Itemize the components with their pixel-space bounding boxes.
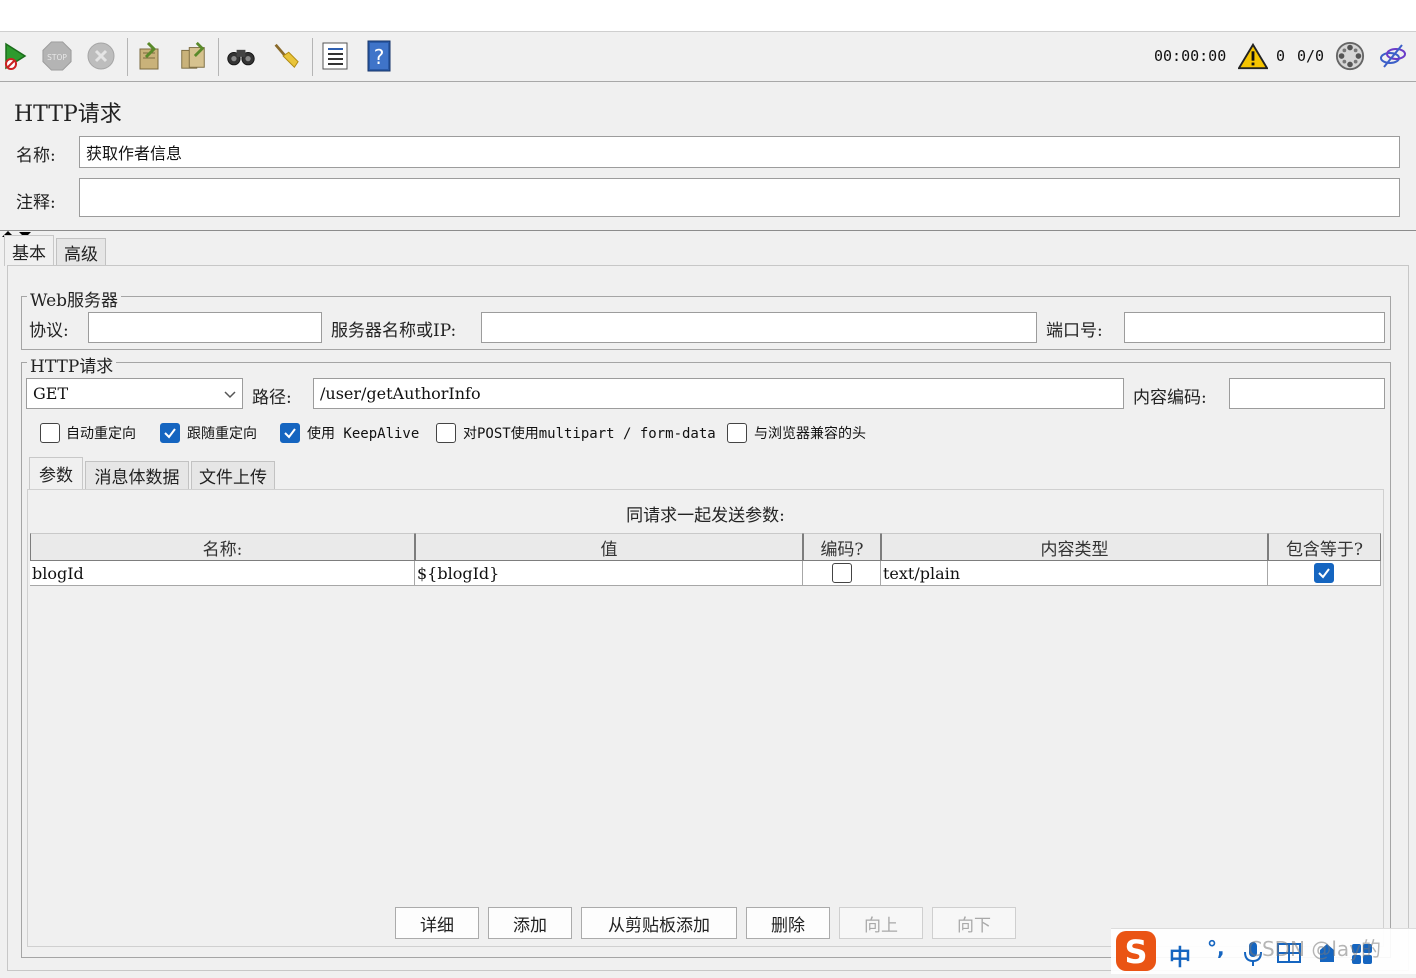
page-title: HTTP请求 xyxy=(14,102,122,127)
multipart-checkbox[interactable] xyxy=(436,423,456,443)
tab-body-data[interactable]: 消息体数据 xyxy=(85,461,189,489)
follow-redirect-checkbox[interactable] xyxy=(160,423,180,443)
svg-text:STOP: STOP xyxy=(47,53,67,62)
tab-file-upload[interactable]: 文件上传 xyxy=(191,461,275,489)
protocol-label: 协议: xyxy=(29,321,69,341)
method-value: GET xyxy=(33,384,69,403)
warning-count: 0 xyxy=(1276,47,1286,65)
chevron-down-icon xyxy=(224,384,236,403)
move-down-button[interactable]: 向下 xyxy=(932,907,1016,939)
auto-redirect-label: 自动重定向 xyxy=(66,426,136,442)
column-header-name[interactable]: 名称: xyxy=(30,533,415,561)
start-icon[interactable] xyxy=(0,41,30,71)
log-viewer-icon[interactable] xyxy=(1378,41,1408,71)
param-name-cell[interactable]: blogId xyxy=(30,561,415,586)
follow-redirect-label: 跟随重定向 xyxy=(187,426,257,442)
name-label: 名称: xyxy=(16,146,56,166)
elapsed-timer: 00:00:00 xyxy=(1154,47,1227,65)
parameters-caption: 同请求一起发送参数: xyxy=(626,506,785,526)
sogou-logo-icon[interactable]: S xyxy=(1113,928,1161,978)
ime-mode-indicator[interactable]: 中 xyxy=(1169,940,1191,972)
comment-label: 注释: xyxy=(16,193,56,213)
warning-icon[interactable] xyxy=(1238,41,1268,71)
clear-icon[interactable] xyxy=(134,41,164,71)
auto-redirect-checkbox[interactable] xyxy=(40,423,60,443)
check-icon xyxy=(1318,568,1330,579)
param-include-equals-checkbox[interactable] xyxy=(1314,563,1334,583)
window-top-strip xyxy=(0,0,1416,32)
check-icon xyxy=(164,428,176,439)
column-header-value[interactable]: 值 xyxy=(415,533,803,561)
keepalive-checkbox[interactable] xyxy=(280,423,300,443)
param-value-cell[interactable]: ${blogId} xyxy=(415,561,803,586)
svg-text:S: S xyxy=(1124,933,1147,971)
split-divider[interactable] xyxy=(0,230,1416,231)
param-content-type-cell[interactable]: text/plain xyxy=(881,561,1268,586)
add-from-clipboard-button[interactable]: 从剪贴板添加 xyxy=(581,907,737,939)
main-toolbar: STOP ? 00:00:00 0 0/0 xyxy=(0,32,1416,82)
path-field[interactable]: /user/getAuthorInfo xyxy=(313,378,1124,409)
help-icon[interactable]: ? xyxy=(364,40,394,72)
port-label: 端口号: xyxy=(1046,321,1103,341)
name-field[interactable]: 获取作者信息 xyxy=(79,136,1400,168)
delete-button[interactable]: 删除 xyxy=(746,907,830,939)
tab-basic[interactable]: 基本 xyxy=(4,235,54,266)
move-up-button[interactable]: 向上 xyxy=(839,907,923,939)
svg-text:?: ? xyxy=(374,45,385,69)
comment-field[interactable] xyxy=(79,178,1400,217)
reset-search-icon[interactable] xyxy=(270,41,300,71)
browser-headers-label: 与浏览器兼容的头 xyxy=(754,426,866,442)
param-include-equals-cell[interactable] xyxy=(1268,561,1381,586)
detail-button[interactable]: 详细 xyxy=(395,907,479,939)
add-button[interactable]: 添加 xyxy=(488,907,572,939)
status-indicator-icon[interactable] xyxy=(1335,41,1365,71)
ime-punctuation-indicator[interactable]: °, xyxy=(1207,936,1225,960)
shutdown-icon[interactable] xyxy=(86,41,116,71)
server-name-field[interactable] xyxy=(481,312,1037,343)
tab-parameters[interactable]: 参数 xyxy=(29,457,83,489)
protocol-field[interactable] xyxy=(88,312,322,343)
column-header-include-equals[interactable]: 包含等于? xyxy=(1268,533,1381,561)
stop-icon[interactable]: STOP xyxy=(42,41,72,71)
thread-count: 0/0 xyxy=(1297,47,1325,65)
browser-headers-checkbox[interactable] xyxy=(727,423,747,443)
port-field[interactable] xyxy=(1124,312,1385,343)
param-encode-checkbox[interactable] xyxy=(831,563,852,583)
content-encoding-field[interactable] xyxy=(1229,378,1385,409)
server-name-label: 服务器名称或IP: xyxy=(331,321,457,341)
clear-all-icon[interactable] xyxy=(178,41,208,71)
web-server-legend: Web服务器 xyxy=(27,286,122,311)
column-header-encode[interactable]: 编码? xyxy=(803,533,881,561)
keepalive-label: 使用 KeepAlive xyxy=(307,426,420,442)
search-icon[interactable] xyxy=(226,41,256,71)
function-helper-icon[interactable] xyxy=(320,41,350,71)
path-label: 路径: xyxy=(252,388,292,408)
tab-advanced[interactable]: 高级 xyxy=(56,238,106,266)
check-icon xyxy=(284,428,296,439)
csdn-watermark: CSDN @lay的 xyxy=(1248,937,1382,961)
param-encode-cell[interactable] xyxy=(803,561,881,586)
method-select[interactable]: GET xyxy=(26,378,243,409)
http-request-legend: HTTP请求 xyxy=(27,352,117,377)
column-header-content-type[interactable]: 内容类型 xyxy=(881,533,1268,561)
content-encoding-label: 内容编码: xyxy=(1133,388,1207,408)
multipart-label: 对POST使用multipart / form-data xyxy=(463,426,716,442)
